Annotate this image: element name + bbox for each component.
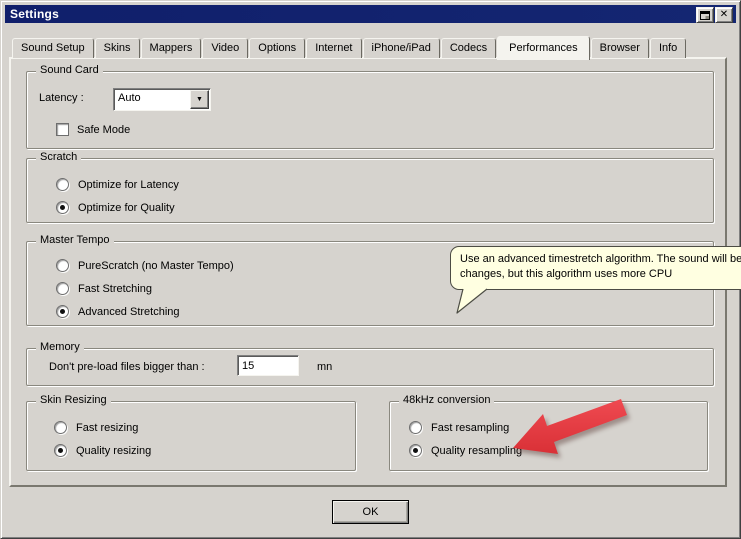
tooltip-line-2: changes, but this algorithm uses more CP… xyxy=(460,267,741,282)
tab-performances[interactable]: Performances xyxy=(497,36,589,60)
tab-internet[interactable]: Internet xyxy=(306,38,361,58)
tab-video[interactable]: Video xyxy=(202,38,248,58)
timestretch-tooltip: Use an advanced timestretch algorithm. T… xyxy=(450,246,741,290)
tab-options[interactable]: Options xyxy=(249,38,305,58)
tab-iphone-ipad[interactable]: iPhone/iPad xyxy=(363,38,440,58)
tab-browser[interactable]: Browser xyxy=(591,38,649,58)
tooltip-line-1: Use an advanced timestretch algorithm. T… xyxy=(460,252,741,267)
close-icon: ✕ xyxy=(720,10,728,20)
ok-button-label: OK xyxy=(363,506,379,518)
group-label-skin-resizing: Skin Resizing xyxy=(36,394,111,406)
ok-button[interactable]: OK xyxy=(332,500,409,524)
group-label-48khz-conversion: 48kHz conversion xyxy=(399,394,494,406)
group-skin-resizing: Skin Resizing xyxy=(26,401,356,471)
tab-info[interactable]: Info xyxy=(650,38,686,58)
group-sound-card: Sound Card xyxy=(26,71,714,149)
window-icon xyxy=(700,11,710,20)
settings-tab-strip: Sound Setup Skins Mappers Video Options … xyxy=(12,34,687,58)
tab-skins[interactable]: Skins xyxy=(95,38,140,58)
tab-mappers[interactable]: Mappers xyxy=(141,38,202,58)
settings-dialog: Settings ✕ Sound Setup Skins Mappers Vid… xyxy=(0,0,741,539)
group-scratch: Scratch xyxy=(26,158,714,223)
group-memory: Memory xyxy=(26,348,714,386)
tab-sound-setup[interactable]: Sound Setup xyxy=(12,38,94,58)
close-button[interactable]: ✕ xyxy=(715,7,733,23)
group-label-sound-card: Sound Card xyxy=(36,64,103,76)
window-title: Settings xyxy=(5,7,59,21)
window-icon-button[interactable] xyxy=(696,7,714,23)
group-label-memory: Memory xyxy=(36,341,84,353)
tab-codecs[interactable]: Codecs xyxy=(441,38,496,58)
tooltip-tail xyxy=(453,288,493,316)
group-label-master-tempo: Master Tempo xyxy=(36,234,114,246)
title-bar: Settings ✕ xyxy=(5,5,736,23)
red-arrow-icon xyxy=(501,394,646,469)
group-label-scratch: Scratch xyxy=(36,151,81,163)
